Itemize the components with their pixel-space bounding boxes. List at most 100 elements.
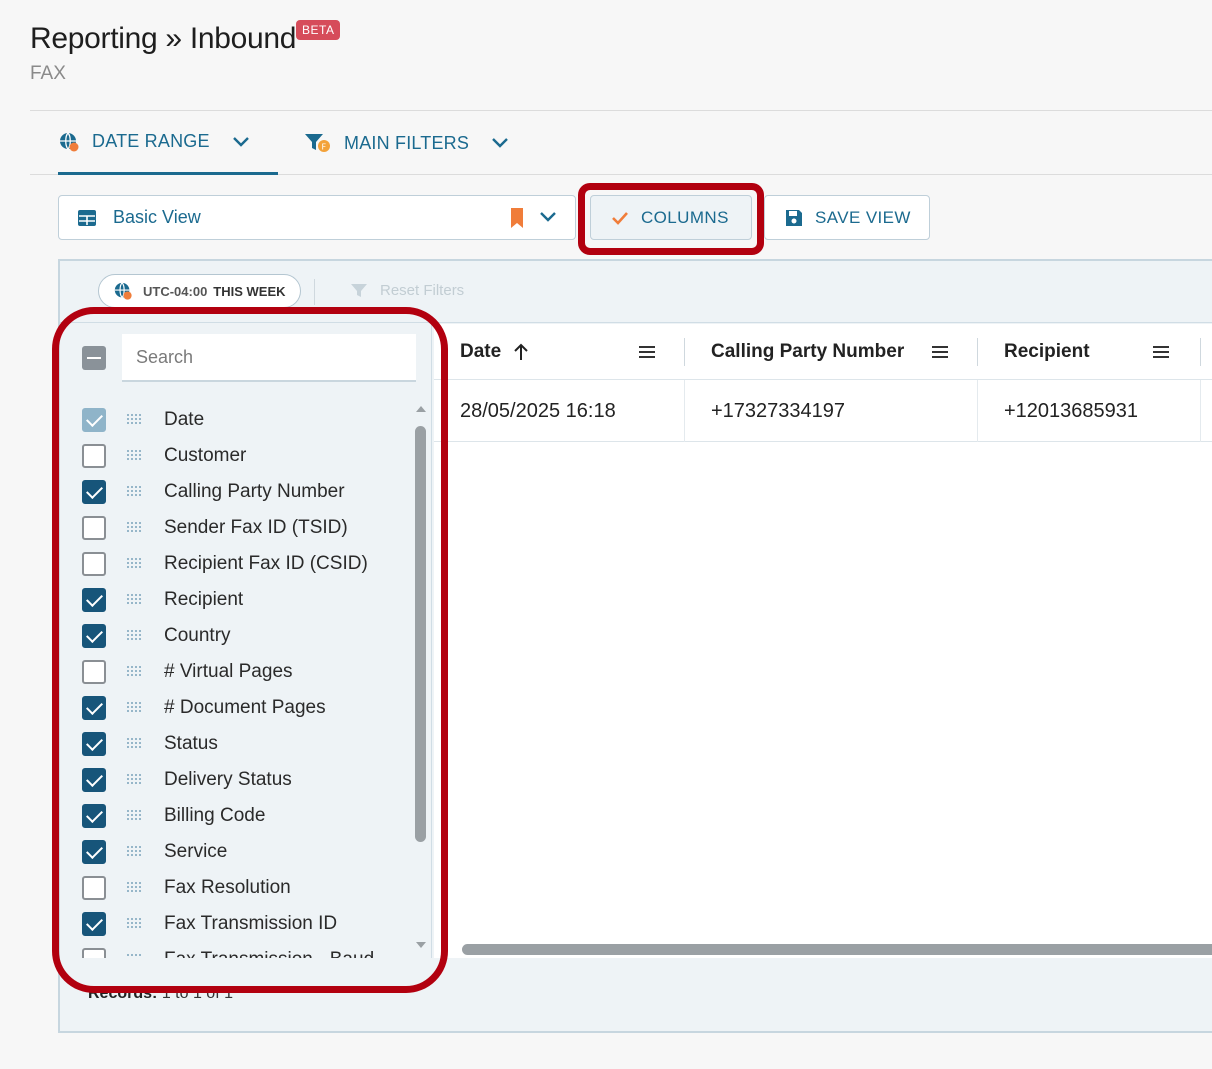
filter-icon: [350, 283, 368, 299]
column-item-label: Recipient Fax ID (CSID): [164, 552, 368, 574]
cell-divider: [977, 380, 978, 442]
table-header: Date Calling Party Number Recipient: [434, 324, 1212, 380]
tab-date-range[interactable]: DATE RANGE: [58, 111, 278, 175]
column-checkbox[interactable]: [82, 803, 106, 828]
columns-button[interactable]: COLUMNS: [590, 195, 752, 240]
reset-filters-button[interactable]: Reset Filters: [350, 282, 464, 299]
drag-handle-icon[interactable]: [126, 665, 142, 677]
column-item-virtual-pages[interactable]: # Virtual Pages: [62, 654, 412, 689]
drag-handle-icon[interactable]: [126, 917, 142, 929]
column-item-customer[interactable]: Customer: [62, 438, 412, 473]
column-item-recipient-fax-id[interactable]: Recipient Fax ID (CSID): [62, 546, 412, 581]
drag-handle-icon[interactable]: [126, 521, 142, 533]
column-checkbox[interactable]: [82, 911, 106, 936]
chevron-down-icon: [491, 137, 509, 149]
grid-toolbar: UTC-04:00 THIS WEEK Reset Filters: [60, 261, 1212, 323]
column-item-service[interactable]: Service: [62, 834, 412, 869]
column-header-recipient[interactable]: Recipient: [1004, 324, 1204, 380]
drag-handle-icon[interactable]: [126, 845, 142, 857]
select-all-checkbox[interactable]: [82, 346, 106, 370]
column-item-country[interactable]: Country: [62, 618, 412, 653]
globe-icon: [113, 281, 133, 301]
column-checkbox[interactable]: [82, 623, 106, 648]
drag-handle-icon[interactable]: [126, 737, 142, 749]
column-menu-icon[interactable]: [931, 345, 949, 359]
column-header-label: Recipient: [1004, 341, 1090, 362]
column-item-label: # Document Pages: [164, 696, 326, 718]
column-item-fax-resolution[interactable]: Fax Resolution: [62, 870, 412, 905]
column-list-scrollbar[interactable]: [414, 402, 428, 962]
scrollbar-thumb[interactable]: [415, 426, 426, 842]
column-checkbox[interactable]: [82, 947, 106, 958]
column-item-label: Date: [164, 408, 205, 430]
table-horizontal-scrollbar[interactable]: [448, 943, 1212, 957]
column-header-calling-party-number[interactable]: Calling Party Number: [711, 324, 981, 380]
drag-handle-icon[interactable]: [126, 485, 142, 497]
column-item-date[interactable]: Date: [62, 402, 412, 437]
cell-date: 28/05/2025 16:18: [460, 399, 616, 422]
drag-handle-icon[interactable]: [126, 953, 142, 958]
column-item-label: Delivery Status: [164, 768, 292, 790]
column-item-calling-party-number[interactable]: Calling Party Number: [62, 474, 412, 509]
column-item-label: Sender Fax ID (TSID): [164, 516, 348, 538]
column-checkbox[interactable]: [82, 479, 106, 504]
drag-handle-icon[interactable]: [126, 449, 142, 461]
columns-button-label: COLUMNS: [641, 207, 729, 227]
bookmark-icon[interactable]: [509, 207, 525, 234]
column-item-fax-transmission-id[interactable]: Fax Transmission ID: [62, 906, 412, 941]
column-checkbox[interactable]: [82, 407, 106, 432]
drag-handle-icon[interactable]: [126, 593, 142, 605]
data-grid: UTC-04:00 THIS WEEK Reset Filters Date C…: [58, 259, 1212, 1033]
table-row[interactable]: 28/05/2025 16:18 +17327334197 +120136859…: [434, 380, 1212, 442]
column-search-input[interactable]: [122, 334, 416, 382]
column-item-delivery-status[interactable]: Delivery Status: [62, 762, 412, 797]
sort-ascending-icon[interactable]: [513, 343, 529, 361]
column-checkbox[interactable]: [82, 695, 106, 720]
page-subtitle: FAX: [30, 63, 66, 84]
column-item-label: Country: [164, 624, 231, 646]
view-select[interactable]: Basic View: [58, 195, 576, 240]
column-menu-icon[interactable]: [1152, 345, 1170, 359]
column-checkbox[interactable]: [82, 839, 106, 864]
column-checkbox[interactable]: [82, 443, 106, 468]
timezone-chip[interactable]: UTC-04:00 THIS WEEK: [98, 274, 301, 308]
column-item-fax-transmission-baud[interactable]: Fax Transmission - Baud: [62, 942, 412, 958]
column-header-date[interactable]: Date: [460, 324, 690, 380]
column-item-billing-code[interactable]: Billing Code: [62, 798, 412, 833]
drag-handle-icon[interactable]: [126, 629, 142, 641]
scroll-up-icon[interactable]: [414, 404, 428, 414]
drag-handle-icon[interactable]: [126, 773, 142, 785]
column-checkbox[interactable]: [82, 551, 106, 576]
column-item-status[interactable]: Status: [62, 726, 412, 761]
drag-handle-icon[interactable]: [126, 557, 142, 569]
tab-main-filters[interactable]: F MAIN FILTERS: [304, 111, 509, 175]
globe-icon: [58, 131, 80, 153]
column-item-label: Billing Code: [164, 804, 266, 826]
column-checkbox[interactable]: [82, 587, 106, 612]
drag-handle-icon[interactable]: [126, 701, 142, 713]
column-menu-icon[interactable]: [638, 345, 656, 359]
column-checkbox[interactable]: [82, 875, 106, 900]
header-divider: [977, 338, 978, 366]
scrollbar-thumb[interactable]: [462, 944, 1212, 955]
columns-panel: Date Customer Calling Party Number Sende…: [62, 324, 432, 958]
check-icon: [611, 211, 629, 225]
scroll-down-icon[interactable]: [414, 940, 428, 950]
column-checkbox[interactable]: [82, 731, 106, 756]
drag-handle-icon[interactable]: [126, 413, 142, 425]
column-item-label: Customer: [164, 444, 247, 466]
view-select-label: Basic View: [113, 207, 201, 227]
column-item-document-pages[interactable]: # Document Pages: [62, 690, 412, 725]
column-item-recipient[interactable]: Recipient: [62, 582, 412, 617]
column-checkbox[interactable]: [82, 515, 106, 540]
column-item-label: # Virtual Pages: [164, 660, 293, 682]
drag-handle-icon[interactable]: [126, 809, 142, 821]
chevron-down-icon[interactable]: [539, 210, 557, 228]
save-view-button[interactable]: SAVE VIEW: [764, 195, 930, 240]
column-checkbox[interactable]: [82, 767, 106, 792]
column-checkbox[interactable]: [82, 659, 106, 684]
column-item-sender-fax-id[interactable]: Sender Fax ID (TSID): [62, 510, 412, 545]
reset-filters-label: Reset Filters: [380, 282, 465, 299]
timezone-label: UTC-04:00: [143, 283, 208, 299]
drag-handle-icon[interactable]: [126, 881, 142, 893]
